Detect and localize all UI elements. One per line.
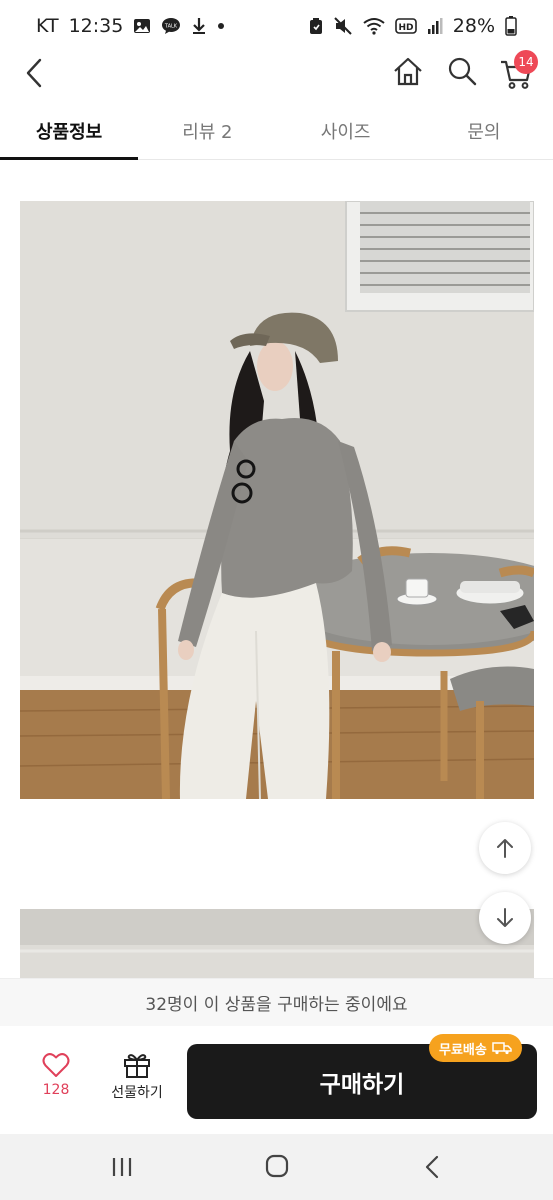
hd-badge-text: HD: [398, 23, 413, 33]
heart-icon: [42, 1053, 70, 1077]
status-bar: KT 12:35 TALK HD 28%: [0, 0, 553, 52]
system-home-icon: [265, 1154, 289, 1178]
product-tabs: 상품정보 리뷰 2 사이즈 문의: [0, 108, 553, 160]
product-photo-secondary: [20, 909, 534, 979]
status-left: KT 12:35 TALK: [36, 15, 225, 37]
tab-inquiry[interactable]: 문의: [415, 108, 553, 159]
status-right: HD 28%: [309, 15, 517, 37]
security-icon: [309, 17, 323, 35]
gift-label: 선물하기: [111, 1085, 163, 1101]
system-navigation-bar: [0, 1134, 553, 1200]
truck-icon: [492, 1042, 512, 1055]
home-icon: [394, 57, 422, 86]
arrow-up-icon: [497, 839, 513, 858]
system-home-button[interactable]: [265, 1154, 289, 1178]
mute-icon: [333, 17, 353, 35]
talk-notification-icon: TALK: [161, 17, 181, 35]
like-count: 128: [42, 1082, 70, 1098]
free-shipping-badge: 무료배송: [429, 1034, 522, 1062]
battery-icon: [505, 16, 517, 36]
hd-icon: HD: [394, 17, 417, 35]
back-icon: [26, 58, 42, 88]
download-icon: [191, 17, 207, 35]
tab-product-info[interactable]: 상품정보: [0, 108, 139, 160]
purchase-notice: 32명이 이 상품을 구매하는 중이에요: [0, 978, 553, 1026]
talk-badge-text: TALK: [164, 24, 178, 30]
gift-button[interactable]: 선물하기: [102, 1052, 172, 1112]
top-navigation: [0, 52, 553, 96]
arrow-down-icon: [497, 908, 513, 927]
system-back-icon: [425, 1155, 439, 1179]
dot-icon: [217, 22, 225, 30]
scroll-bottom-button[interactable]: [479, 892, 531, 944]
system-back-button[interactable]: [421, 1152, 443, 1182]
clock: 12:35: [68, 15, 124, 37]
product-photo: [20, 201, 534, 799]
recent-apps-button[interactable]: [108, 1154, 136, 1180]
signal-icon: [427, 17, 443, 35]
carrier-label: KT: [36, 15, 59, 37]
gift-icon: [124, 1054, 150, 1078]
search-icon: [448, 57, 477, 86]
free-shipping-label: 무료배송: [439, 1042, 487, 1058]
search-button[interactable]: [447, 56, 477, 86]
scroll-top-button[interactable]: [479, 822, 531, 874]
tab-reviews[interactable]: 리뷰 2: [138, 108, 276, 159]
tab-size[interactable]: 사이즈: [277, 108, 415, 159]
back-button[interactable]: [20, 56, 48, 90]
home-button[interactable]: [392, 56, 424, 88]
battery-percent: 28%: [452, 15, 495, 37]
gallery-notification-icon: [133, 18, 151, 34]
recent-apps-icon: [112, 1158, 132, 1176]
cart-count-badge: 14: [514, 50, 538, 74]
like-button[interactable]: 128: [20, 1052, 92, 1112]
wifi-icon: [363, 17, 385, 35]
